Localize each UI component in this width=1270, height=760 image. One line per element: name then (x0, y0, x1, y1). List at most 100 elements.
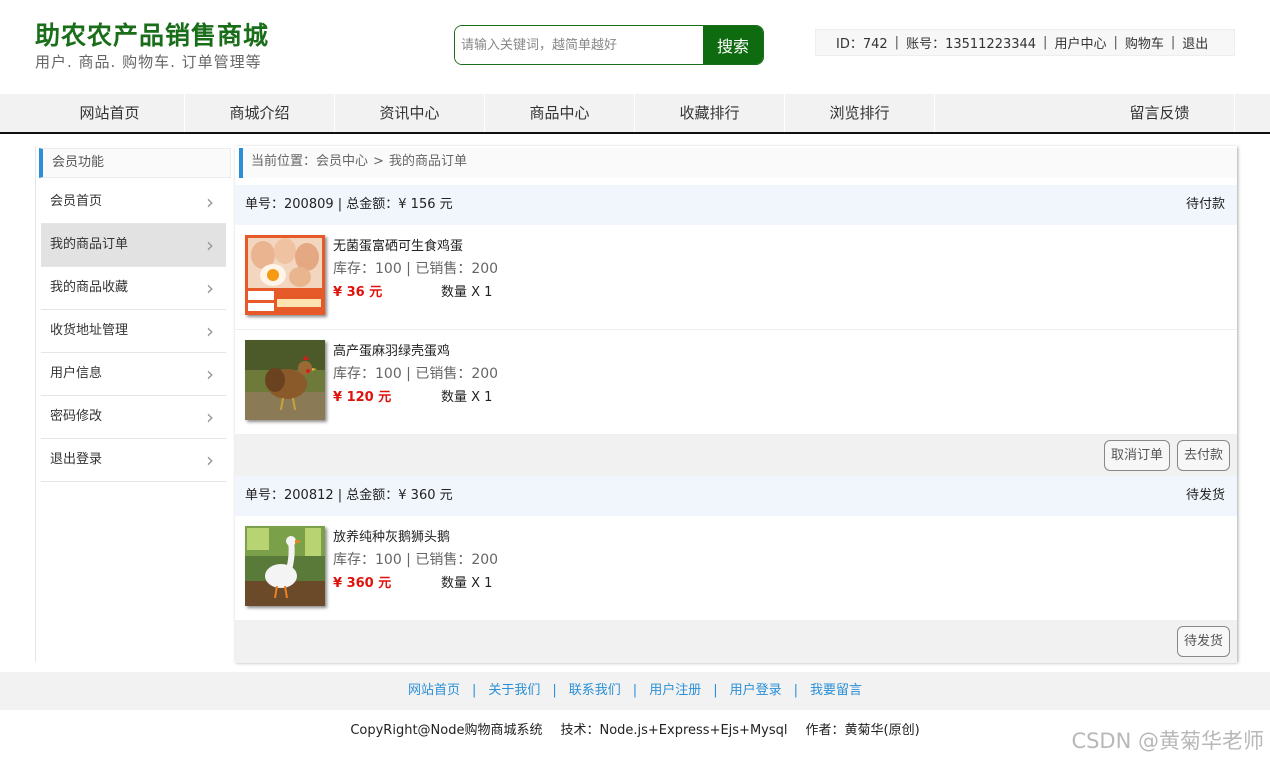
pay-button[interactable]: 去付款 (1176, 440, 1230, 471)
chevron-right-icon: › (206, 190, 214, 214)
nav-about[interactable]: 商城介绍 (185, 94, 335, 132)
site-subtitle: 用户. 商品. 购物车. 订单管理等 (35, 53, 262, 71)
awaiting-shipment-button[interactable]: 待发货 (1176, 626, 1230, 657)
chevron-right-icon: › (206, 233, 214, 257)
footer-link-home[interactable]: 网站首页 (408, 683, 460, 698)
user-center-link[interactable]: 用户中心 (1054, 33, 1106, 52)
site-title[interactable]: 助农农产品销售商城 (35, 16, 269, 52)
goose-image-graphic (245, 526, 325, 606)
product-quantity: 数量 X 1 (441, 390, 493, 405)
product-stock: 库存：100 | 已销售：200 (333, 261, 499, 277)
product-price: ¥ 36 元 (333, 285, 383, 300)
breadcrumb-member-center[interactable]: 会员中心 (316, 154, 368, 169)
separator: | (632, 683, 638, 698)
account-number: 账号：13511223344 (906, 37, 1037, 52)
tech-text: 技术：Node.js+Express+Ejs+Mysql (560, 723, 788, 738)
separator: | (1170, 35, 1176, 50)
breadcrumb-separator: > (373, 154, 384, 169)
sidebar: 会员功能 会员首页 › 我的商品订单 › 我的商品收藏 › 收货地址管理 › 用户信息 ›… (35, 146, 231, 662)
order-status: 待付款 (1185, 197, 1225, 212)
breadcrumb-label: 当前位置： (251, 154, 317, 169)
sidebar-item-label: 退出登录 (50, 452, 103, 467)
chevron-right-icon: › (206, 362, 214, 386)
order-item: 高产蛋麻羽绿壳蛋鸡 库存：100 | 已销售：200 ¥ 120 元 数量 X … (235, 330, 1237, 435)
order-header: 单号：200809 | 总金额：¥ 156 元 待付款 (235, 185, 1237, 225)
sidebar-item-my-orders[interactable]: 我的商品订单 › (41, 224, 226, 267)
product-quantity: 数量 X 1 (441, 576, 493, 591)
chicken-image[interactable] (245, 340, 325, 420)
chevron-right-icon: › (206, 276, 214, 300)
search-input[interactable] (455, 26, 703, 64)
nav-feedback[interactable]: 留言反馈 (1085, 94, 1235, 132)
user-bar: ID：742 | 账号：13511223344 | 用户中心 | 购物车 | 退… (815, 29, 1235, 56)
order-info: 单号：200809 | 总金额：¥ 156 元 (245, 197, 453, 212)
sidebar-item-label: 密码修改 (50, 409, 103, 424)
product-stock: 库存：100 | 已销售：200 (333, 552, 499, 568)
footer-link-about[interactable]: 关于我们 (488, 683, 540, 698)
footer-link-contact[interactable]: 联系我们 (569, 683, 621, 698)
sidebar-item-logout[interactable]: 退出登录 › (41, 439, 226, 482)
nav-products[interactable]: 商品中心 (485, 94, 635, 132)
sidebar-item-label: 我的商品订单 (50, 237, 129, 252)
author-text: 作者：黄菊华(原创) (805, 723, 920, 738)
cart-link[interactable]: 购物车 (1125, 33, 1164, 52)
separator: | (471, 683, 477, 698)
logout-link[interactable]: 退出 (1182, 33, 1208, 52)
sidebar-item-member-home[interactable]: 会员首页 › (41, 181, 226, 224)
footer-link-message[interactable]: 我要留言 (810, 683, 862, 698)
breadcrumb: 当前位置：会员中心 > 我的商品订单 (239, 148, 1237, 178)
order-actions: 待发货 (235, 621, 1237, 663)
header: 助农农产品销售商城 用户. 商品. 购物车. 订单管理等 搜索 ID：742 |… (0, 0, 1270, 94)
nav-news[interactable]: 资讯中心 (335, 94, 485, 132)
separator: | (713, 683, 718, 698)
separator: | (793, 683, 798, 698)
sidebar-title: 会员功能 (39, 148, 231, 178)
footer-links: 网站首页 | 关于我们 | 联系我们 | 用户注册 | 用户登录 | 我要留言 (0, 672, 1270, 710)
search-button[interactable]: 搜索 (703, 26, 763, 64)
sidebar-item-label: 会员首页 (50, 194, 103, 209)
order-item: 无菌蛋富硒可生食鸡蛋 库存：100 | 已销售：200 ¥ 36 元 数量 X … (235, 225, 1237, 330)
sidebar-item-my-favorites[interactable]: 我的商品收藏 › (41, 267, 226, 310)
sidebar-item-label: 用户信息 (50, 366, 103, 381)
product-name[interactable]: 无菌蛋富硒可生食鸡蛋 (333, 235, 463, 254)
user-id: ID：742 (836, 37, 888, 52)
search-box: 搜索 (454, 25, 764, 65)
product-price: ¥ 120 元 (333, 390, 392, 405)
chicken-image-graphic (245, 340, 325, 420)
footer-link-login[interactable]: 用户登录 (730, 683, 782, 698)
separator: | (1043, 35, 1048, 50)
separator: | (552, 683, 557, 698)
sidebar-item-password[interactable]: 密码修改 › (41, 396, 226, 439)
sidebar-item-user-info[interactable]: 用户信息 › (41, 353, 226, 396)
eggs-image-graphic (245, 235, 325, 315)
order-status: 待发货 (1185, 488, 1225, 503)
sidebar-item-label: 我的商品收藏 (50, 280, 129, 295)
order-header: 单号：200812 | 总金额：¥ 360 元 待发货 (235, 476, 1237, 516)
product-quantity: 数量 X 1 (441, 285, 493, 300)
sidebar-item-label: 收货地址管理 (50, 323, 129, 338)
main-content: 当前位置：会员中心 > 我的商品订单 单号：200809 | 总金额：¥ 156 元… (235, 146, 1237, 663)
eggs-image[interactable] (245, 235, 325, 315)
order-item: 放养纯种灰鹅狮头鹅 库存：100 | 已销售：200 ¥ 360 元 数量 X … (235, 516, 1237, 621)
nav-favorites-rank[interactable]: 收藏排行 (635, 94, 785, 132)
chevron-right-icon: › (206, 448, 214, 472)
goose-image[interactable] (245, 526, 325, 606)
sidebar-item-address[interactable]: 收货地址管理 › (41, 310, 226, 353)
order-info: 单号：200812 | 总金额：¥ 360 元 (245, 488, 453, 503)
footer-link-register[interactable]: 用户注册 (649, 683, 701, 698)
copyright-text: CopyRight@Node购物商城系统 (350, 723, 543, 738)
product-price: ¥ 360 元 (333, 576, 392, 591)
cancel-order-button[interactable]: 取消订单 (1103, 440, 1170, 471)
sidebar-menu: 会员首页 › 我的商品订单 › 我的商品收藏 › 收货地址管理 › 用户信息 › 密码修改… (36, 181, 231, 482)
chevron-right-icon: › (206, 405, 214, 429)
nav-views-rank[interactable]: 浏览排行 (785, 94, 935, 132)
breadcrumb-current: 我的商品订单 (388, 154, 467, 169)
main-nav: 网站首页 商城介绍 资讯中心 商品中心 收藏排行 浏览排行 留言反馈 (0, 94, 1270, 134)
nav-home[interactable]: 网站首页 (35, 94, 185, 132)
order-actions: 取消订单 去付款 (235, 435, 1237, 477)
product-stock: 库存：100 | 已销售：200 (333, 366, 499, 382)
watermark: CSDN @黄菊华老师 (1071, 729, 1264, 753)
product-name[interactable]: 放养纯种灰鹅狮头鹅 (333, 526, 450, 545)
product-name[interactable]: 高产蛋麻羽绿壳蛋鸡 (333, 340, 450, 359)
separator: | (894, 35, 900, 50)
